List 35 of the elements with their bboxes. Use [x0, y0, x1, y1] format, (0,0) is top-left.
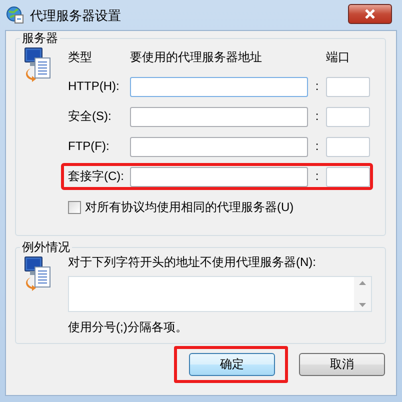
column-header: 类型	[68, 50, 93, 64]
close-icon	[364, 9, 376, 19]
exceptions-field[interactable]	[68, 276, 372, 312]
column-header: 要使用的代理服务器地址	[130, 50, 263, 64]
checkbox[interactable]	[68, 201, 81, 214]
port-field[interactable]	[326, 106, 370, 126]
separator: :	[314, 109, 320, 124]
address-field[interactable]	[130, 106, 308, 126]
ok-button[interactable]: 确定	[189, 353, 275, 376]
separator: :	[314, 169, 320, 184]
scroll-down-icon[interactable]	[359, 303, 366, 307]
hint-text: 使用分号(;)分隔各项。	[68, 320, 188, 335]
address-field[interactable]	[130, 166, 308, 186]
column-header: 端口	[326, 50, 350, 64]
dialog-button[interactable]: 取消	[299, 353, 385, 376]
field-label: 安全(S):	[68, 109, 112, 124]
port-field[interactable]	[326, 166, 370, 186]
field-label: 套接字(C):	[68, 169, 125, 184]
port-field[interactable]	[326, 136, 370, 156]
scrollbar[interactable]	[354, 277, 371, 311]
field-label: HTTP(H):	[68, 79, 120, 94]
checkbox-label[interactable]: 对所有协议均使用相同的代理服务器(U)	[85, 200, 294, 215]
port-field[interactable]	[326, 76, 370, 96]
field-label: 对于下列字符开头的地址不使用代理服务器(N):	[68, 255, 317, 270]
group-title: 例外情况	[21, 240, 71, 255]
close-button[interactable]	[348, 4, 392, 24]
separator: :	[314, 79, 320, 94]
field-label: FTP(F):	[68, 139, 110, 154]
globe-icon	[6, 6, 24, 24]
separator: :	[314, 139, 320, 154]
group-title: 服务器	[21, 31, 59, 46]
scroll-up-icon[interactable]	[359, 281, 366, 285]
address-field[interactable]	[130, 136, 308, 156]
window-title: 代理服务器设置	[30, 8, 122, 22]
address-field[interactable]	[130, 76, 308, 96]
